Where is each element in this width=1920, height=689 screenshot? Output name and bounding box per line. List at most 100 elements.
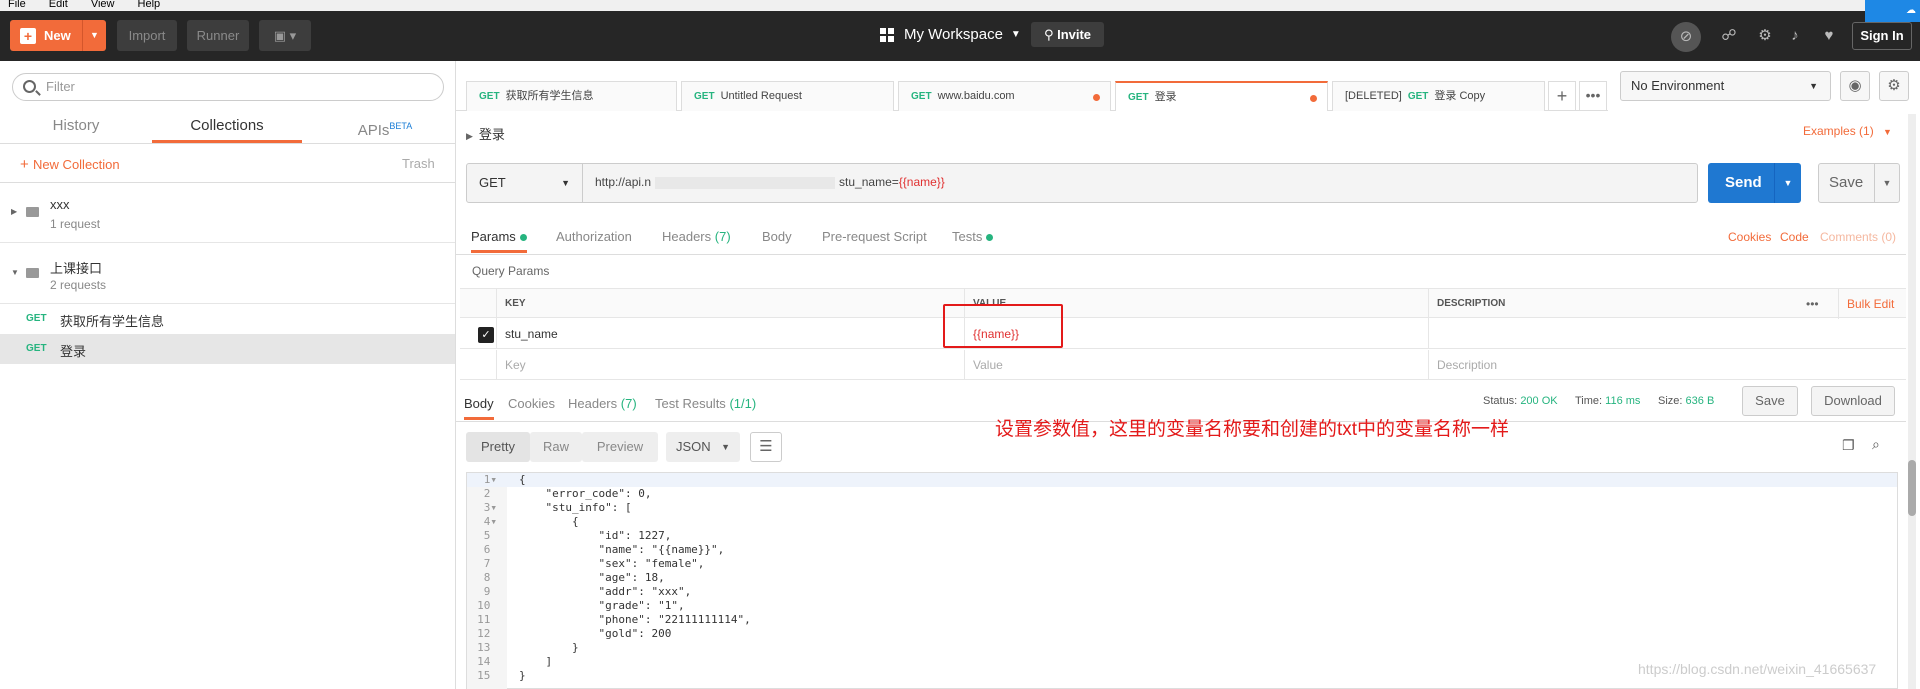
request-tab-active[interactable]: GET 登录 (1115, 81, 1328, 111)
workspace-label: My Workspace (904, 26, 1003, 43)
chevron-down-icon[interactable]: ▼ (1774, 163, 1801, 203)
new-window-button[interactable]: ▣ ▾ (259, 20, 311, 51)
chevron-right-icon[interactable]: ▶ (11, 207, 17, 216)
scrollbar-thumb[interactable] (1908, 460, 1916, 516)
search-icon[interactable]: ⌕ (1872, 436, 1880, 453)
wrap-lines-icon[interactable]: ☰ (750, 432, 782, 462)
format-type-select[interactable]: JSON ▼ (666, 432, 740, 462)
response-body-editor[interactable]: 1▾{2 "error_code": 0, 3▾ "stu_info": [4▾ … (466, 472, 1898, 689)
col-key: KEY (496, 289, 956, 319)
chevron-down-icon[interactable]: ▼ (11, 268, 19, 277)
menu-help[interactable]: Help (138, 0, 161, 10)
key-input[interactable]: Key (496, 350, 964, 380)
request-tab[interactable]: GET 获取所有学生信息 (466, 81, 677, 111)
more-tabs-button[interactable]: ••• (1579, 81, 1607, 111)
method-select[interactable]: GET ▼ (467, 164, 583, 202)
request-title[interactable]: ▶ 登录 (466, 124, 505, 143)
res-tab-tests[interactable]: Test Results (1/1) (655, 396, 756, 411)
res-tab-cookies[interactable]: Cookies (508, 396, 555, 411)
eye-icon[interactable]: ◉ (1840, 71, 1870, 101)
res-tab-body[interactable]: Body (464, 396, 494, 420)
send-button[interactable]: Send ▼ (1708, 163, 1801, 203)
new-collection-button[interactable]: + New Collection (20, 156, 120, 173)
examples-button[interactable]: Examples (1) ▼ (1803, 124, 1892, 138)
tab-history[interactable]: History (40, 113, 112, 143)
tab-collections[interactable]: Collections (152, 113, 302, 143)
chevron-down-icon[interactable]: ▼ (82, 20, 106, 51)
request-tab[interactable]: GET www.baidu.com (898, 81, 1111, 111)
new-button[interactable]: + New ▼ (10, 20, 106, 51)
annotation-highlight-box (943, 304, 1063, 348)
res-tab-headers[interactable]: Headers (7) (568, 396, 637, 411)
trash-button[interactable]: Trash (402, 156, 435, 171)
collection-item[interactable]: ▼ 上课接口 2 requests (0, 244, 455, 304)
collection-item[interactable]: ▶ xxx 1 request (0, 183, 455, 243)
code-text: "gold": 200 (519, 627, 672, 640)
line-number: 13 (477, 641, 497, 654)
url-input[interactable]: http://api.n stu_name={{name}} (595, 175, 945, 189)
capture-icon[interactable]: ☍ (1718, 25, 1740, 47)
workspace-switcher[interactable]: My Workspace ▼ (880, 26, 1021, 43)
request-tabs-bar: GET 获取所有学生信息 GET Untitled Request GET www.b… (456, 61, 1608, 111)
chevron-down-icon[interactable]: ▼ (1874, 164, 1899, 202)
format-preview[interactable]: Preview (582, 432, 658, 462)
signin-button[interactable]: Sign In (1852, 22, 1912, 50)
tab-tests[interactable]: Tests (952, 229, 994, 244)
more-icon[interactable]: ••• (1798, 289, 1838, 319)
settings-icon[interactable]: ⚙ (1754, 25, 1776, 47)
res-tests-label: Test Results (655, 396, 726, 411)
line-number: 1▾ (483, 473, 497, 486)
request-subtabs: Params Authorization Headers (7) Body Pr… (456, 225, 1906, 255)
tab-prerequest[interactable]: Pre-request Script (822, 229, 927, 244)
code-link[interactable]: Code (1780, 230, 1809, 244)
tab-params[interactable]: Params (471, 229, 527, 253)
save-button[interactable]: Save ▼ (1818, 163, 1900, 203)
redacted-url-part (655, 176, 836, 189)
code-text: { (519, 515, 579, 528)
heart-icon[interactable]: ♥ (1818, 25, 1840, 47)
filter-input[interactable]: Filter (12, 73, 444, 101)
bell-icon[interactable]: ♪ (1784, 25, 1806, 47)
sync-off-icon[interactable]: ⊘ (1671, 22, 1701, 52)
param-checkbox[interactable]: ✓ (478, 327, 494, 343)
invite-button[interactable]: ⚲ Invite (1031, 22, 1104, 47)
download-button[interactable]: Download (1811, 386, 1895, 416)
tab-body[interactable]: Body (762, 229, 792, 244)
tab-authorization[interactable]: Authorization (556, 229, 632, 244)
tab-headers[interactable]: Headers (7) (662, 229, 731, 244)
import-button[interactable]: Import (117, 20, 177, 51)
environment-select[interactable]: No Environment ▼ (1620, 71, 1831, 101)
comments-link[interactable]: Comments (0) (1820, 230, 1896, 244)
code-text: } (519, 669, 526, 682)
format-raw[interactable]: Raw (530, 432, 582, 462)
menu-edit[interactable]: Edit (49, 0, 68, 10)
param-key[interactable]: stu_name (496, 319, 964, 349)
save-response-button[interactable]: Save (1742, 386, 1798, 416)
gear-icon[interactable]: ⚙ (1879, 71, 1909, 101)
request-method: GET (26, 343, 47, 354)
value-input[interactable]: Value (964, 350, 1428, 380)
line-number: 5 (483, 529, 497, 542)
app-header: + New ▼ Import Runner ▣ ▾ My Workspace ▼… (0, 11, 1920, 61)
runner-button[interactable]: Runner (187, 20, 249, 51)
request-item[interactable]: GET 获取所有学生信息 (0, 304, 455, 334)
code-line: 11 "phone": "22111111114", (467, 613, 1897, 627)
format-pretty[interactable]: Pretty (466, 432, 530, 462)
code-line: 10 "grade": "1", (467, 599, 1897, 613)
menu-file[interactable]: File (8, 0, 26, 10)
request-item-selected[interactable]: GET 登录 (0, 334, 455, 364)
request-tab[interactable]: [DELETED] GET 登录 Copy (1332, 81, 1545, 111)
unsaved-dot (1310, 95, 1317, 102)
request-tab[interactable]: GET Untitled Request (681, 81, 894, 111)
add-tab-button[interactable]: + (1548, 81, 1576, 111)
copy-icon[interactable]: ❐ (1842, 437, 1855, 454)
description-input[interactable]: Description (1428, 350, 1906, 380)
bulk-edit-button[interactable]: Bulk Edit (1838, 289, 1906, 319)
cookies-link[interactable]: Cookies (1728, 230, 1771, 244)
param-description[interactable] (1428, 319, 1906, 349)
format-type-label: JSON (676, 439, 711, 454)
line-number: 11 (477, 613, 497, 626)
scrollbar-track[interactable] (1908, 114, 1916, 689)
tab-apis[interactable]: APIsBETA (340, 113, 430, 143)
menu-view[interactable]: View (91, 0, 115, 10)
